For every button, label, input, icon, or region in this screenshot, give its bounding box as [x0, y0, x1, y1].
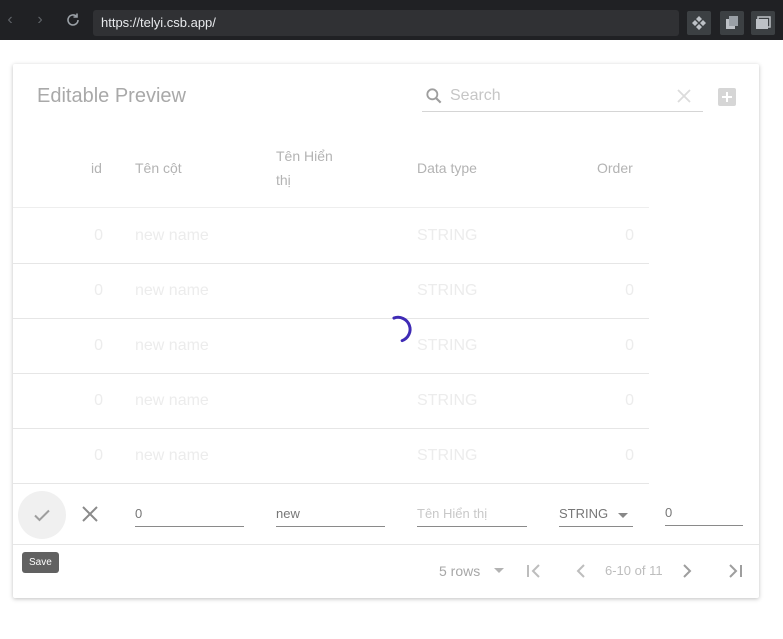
- cell-ten-cot: new name: [135, 282, 209, 299]
- table-row[interactable]: 0 new name STRING 0: [13, 264, 649, 319]
- tabs-icon[interactable]: [720, 11, 744, 35]
- cancel-button[interactable]: [77, 501, 103, 527]
- rows-per-page-select[interactable]: 5 rows: [439, 561, 504, 581]
- window-icon[interactable]: [751, 11, 775, 35]
- header-id[interactable]: id: [91, 156, 102, 180]
- next-page-icon[interactable]: [676, 560, 698, 582]
- back-icon[interactable]: ‹: [2, 12, 18, 28]
- browser-toolbar: ‹ › https://telyi.csb.app/: [0, 0, 783, 40]
- cell-data-type: STRING: [417, 392, 478, 409]
- cell-id: 0: [94, 392, 103, 409]
- dropdown-caret-icon: [618, 513, 628, 518]
- cell-order: 0: [625, 392, 634, 409]
- editable-table-card: Editable Preview id Tên cột Tên Hiển thị…: [13, 64, 759, 598]
- header-ten-cot[interactable]: Tên cột: [135, 156, 182, 180]
- forward-icon[interactable]: ›: [32, 12, 48, 28]
- url-bar[interactable]: https://telyi.csb.app/: [93, 10, 679, 36]
- cell-id: 0: [94, 447, 103, 464]
- clear-icon[interactable]: [677, 89, 691, 108]
- cell-order: 0: [625, 282, 634, 299]
- header-ten-hien-thi-line2: thị: [276, 172, 291, 188]
- save-tooltip: Save: [22, 552, 59, 573]
- check-icon: [34, 509, 50, 522]
- header-data-type[interactable]: Data type: [417, 156, 477, 180]
- last-page-icon[interactable]: [724, 560, 746, 582]
- extension-icon[interactable]: [687, 11, 711, 35]
- header-order[interactable]: Order: [597, 156, 633, 180]
- cell-order: 0: [625, 337, 634, 354]
- header-ten-hien-thi[interactable]: Tên Hiển thị: [276, 144, 333, 192]
- cell-order: 0: [625, 447, 634, 464]
- display-name-input[interactable]: Tên Hiển thị: [417, 503, 527, 527]
- search-icon: [424, 86, 444, 111]
- cell-ten-cot: new name: [135, 227, 209, 244]
- cell-ten-cot: new name: [135, 392, 209, 409]
- table-row[interactable]: 0 new name STRING 0: [13, 374, 649, 429]
- cell-data-type: STRING: [417, 282, 478, 299]
- cell-ten-cot: new name: [135, 447, 209, 464]
- table-row[interactable]: 0 new name STRING 0: [13, 319, 649, 374]
- data-type-select[interactable]: STRING: [559, 503, 633, 527]
- previous-page-icon[interactable]: [570, 560, 592, 582]
- order-input[interactable]: 0: [665, 502, 743, 526]
- page-range: 6-10 of 11: [605, 563, 663, 578]
- cell-data-type: STRING: [417, 227, 478, 244]
- ten-hien-thi-input[interactable]: new: [276, 503, 385, 527]
- cell-id: 0: [94, 337, 103, 354]
- dropdown-caret-icon: [494, 568, 504, 573]
- edit-row: 0 new Tên Hiển thị STRING 0: [13, 484, 759, 545]
- cell-id: 0: [94, 282, 103, 299]
- search-box: [422, 82, 703, 112]
- cell-id: 0: [94, 227, 103, 244]
- add-row-icon[interactable]: [717, 87, 737, 112]
- card-title: Editable Preview: [37, 85, 186, 107]
- header-ten-hien-thi-line1: Tên Hiển: [276, 148, 333, 164]
- save-button[interactable]: [18, 491, 66, 539]
- table-row[interactable]: 0 new name STRING 0: [13, 429, 649, 484]
- ten-cot-input[interactable]: 0: [135, 503, 244, 527]
- cell-ten-cot: new name: [135, 337, 209, 354]
- cell-order: 0: [625, 227, 634, 244]
- data-type-select-value: STRING: [559, 506, 609, 521]
- reload-icon[interactable]: [65, 12, 81, 28]
- table-row[interactable]: 0 new name STRING 0: [13, 209, 649, 264]
- close-icon: [82, 506, 98, 522]
- first-page-icon[interactable]: [523, 560, 545, 582]
- rows-per-page-value: 5 rows: [439, 563, 481, 579]
- cell-data-type: STRING: [417, 337, 478, 354]
- cell-data-type: STRING: [417, 447, 478, 464]
- search-input[interactable]: [450, 84, 660, 108]
- loading-spinner-icon: [384, 314, 414, 344]
- table-header: id Tên cột Tên Hiển thị Data type Order: [13, 136, 649, 208]
